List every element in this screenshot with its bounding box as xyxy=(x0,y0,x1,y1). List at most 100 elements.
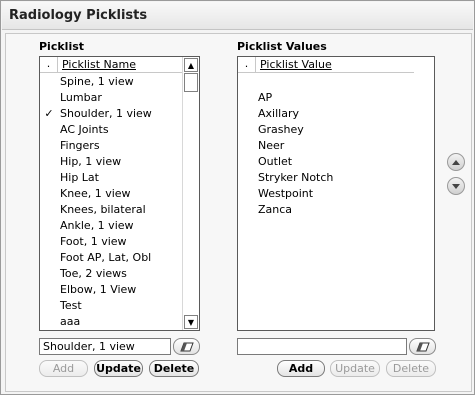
check-column-header[interactable]: . xyxy=(238,57,256,72)
list-item-label: Hip, 1 view xyxy=(60,155,122,168)
list-item-label: Foot, 1 view xyxy=(60,235,127,248)
picklist-panel: Picklist . Picklist Name Spine, 1 view L… xyxy=(5,33,472,392)
list-item[interactable]: Axillary xyxy=(238,106,434,122)
picklist-values-rows: AP Axillary Grashey Neer Outlet Stryker … xyxy=(238,74,434,218)
list-item[interactable]: Hip Lat xyxy=(40,170,182,186)
check-mark xyxy=(40,74,58,90)
list-item[interactable]: Knees, bilateral xyxy=(40,202,182,218)
list-item[interactable]: Grashey xyxy=(238,122,434,138)
list-item-label xyxy=(256,74,258,90)
picklist-window: Radiology Picklists Picklist . Picklist … xyxy=(0,0,475,395)
check-mark xyxy=(238,202,256,218)
scroll-down-arrow-icon[interactable]: ▼ xyxy=(184,315,198,329)
list-item[interactable]: Stryker Notch xyxy=(238,170,434,186)
picklist-values-label: Picklist Values xyxy=(237,40,327,53)
list-item-label: Neer xyxy=(258,139,285,152)
list-item-label: Elbow, 1 View xyxy=(60,283,137,296)
picklist-update-button[interactable]: Update xyxy=(94,360,143,377)
check-mark xyxy=(40,90,58,106)
list-item[interactable]: Fingers xyxy=(40,138,182,154)
list-item[interactable]: Hip, 1 view xyxy=(40,154,182,170)
check-mark xyxy=(238,122,256,138)
picklist-value-field[interactable] xyxy=(237,338,407,355)
list-item[interactable] xyxy=(238,74,434,90)
list-item-label: Outlet xyxy=(258,155,293,168)
check-mark xyxy=(40,138,58,154)
picklist-value-column-header[interactable]: Picklist Value xyxy=(256,57,414,72)
list-item-label: Grashey xyxy=(258,123,304,136)
list-item[interactable]: Neer xyxy=(238,138,434,154)
list-item-label: Stryker Notch xyxy=(258,171,334,184)
list-item[interactable]: Toe, 2 views xyxy=(40,266,182,282)
value-update-button[interactable]: Update xyxy=(330,360,380,377)
list-item[interactable]: aaa xyxy=(40,314,182,330)
list-item-label: Test xyxy=(60,299,82,312)
value-add-button[interactable]: Add xyxy=(277,360,325,377)
value-delete-button[interactable]: Delete xyxy=(386,360,436,377)
scroll-up-arrow-icon[interactable]: ▲ xyxy=(184,58,198,72)
list-item[interactable]: Zanca xyxy=(238,202,434,218)
list-item-label: Spine, 1 view xyxy=(60,75,134,88)
check-mark xyxy=(40,298,58,314)
chevron-up-icon[interactable] xyxy=(447,153,465,171)
check-mark xyxy=(40,218,58,234)
picklist-values-listbox[interactable]: . Picklist Value AP Axillary Grashey Nee… xyxy=(237,56,435,331)
picklist-name-column-header[interactable]: Picklist Name xyxy=(58,57,183,72)
list-item[interactable]: Ankle, 1 view xyxy=(40,218,182,234)
picklist-add-button[interactable]: Add xyxy=(39,360,88,377)
check-mark xyxy=(238,106,256,122)
eraser-icon[interactable] xyxy=(173,338,200,355)
check-mark xyxy=(238,154,256,170)
list-item-label: Knees, bilateral xyxy=(60,203,146,216)
chevron-down-icon[interactable] xyxy=(447,177,465,195)
picklist-header: . Picklist Name xyxy=(40,57,183,73)
list-item-label: Toe, 2 views xyxy=(60,267,127,280)
title-bar: Radiology Picklists xyxy=(2,2,473,30)
check-mark xyxy=(40,154,58,170)
check-mark xyxy=(40,122,58,138)
list-item[interactable]: Lumbar xyxy=(40,90,182,106)
picklist-rows: Spine, 1 view Lumbar ✓ Shoulder, 1 view A… xyxy=(40,74,182,330)
list-item[interactable]: AC Joints xyxy=(40,122,182,138)
list-item-label: Zanca xyxy=(258,203,293,216)
list-item[interactable]: Foot, 1 view xyxy=(40,234,182,250)
check-column-header[interactable]: . xyxy=(40,57,58,72)
check-mark xyxy=(238,170,256,186)
check-mark xyxy=(40,186,58,202)
list-item[interactable]: Knee, 1 view xyxy=(40,186,182,202)
list-item-label: Foot AP, Lat, Obl xyxy=(60,251,152,264)
list-item-label: AC Joints xyxy=(60,123,109,136)
check-mark xyxy=(40,282,58,298)
check-mark xyxy=(40,202,58,218)
picklist-scrollbar[interactable]: ▲ ▼ xyxy=(182,57,199,330)
list-item-label: Shoulder, 1 view xyxy=(60,107,152,120)
list-item-label: Lumbar xyxy=(60,91,102,104)
list-item-label: aaa xyxy=(60,315,81,328)
list-item-label: AP xyxy=(258,91,273,104)
check-mark xyxy=(238,138,256,154)
check-mark xyxy=(40,266,58,282)
window-title: Radiology Picklists xyxy=(9,8,148,23)
check-mark: ✓ xyxy=(44,107,54,120)
list-item[interactable]: Spine, 1 view xyxy=(40,74,182,90)
picklist-delete-button[interactable]: Delete xyxy=(149,360,199,377)
check-mark xyxy=(238,90,256,106)
picklist-listbox[interactable]: . Picklist Name Spine, 1 view Lumbar ✓ Sh… xyxy=(39,56,200,331)
picklist-values-header: . Picklist Value xyxy=(238,57,414,73)
list-item-label: Ankle, 1 view xyxy=(60,219,134,232)
scroll-thumb[interactable] xyxy=(184,73,198,92)
list-item[interactable]: Test xyxy=(40,298,182,314)
list-item[interactable]: Foot AP, Lat, Obl xyxy=(40,250,182,266)
list-item[interactable]: AP xyxy=(238,90,434,106)
check-mark xyxy=(40,234,58,250)
list-item[interactable]: ✓ Shoulder, 1 view xyxy=(40,106,182,122)
eraser-icon[interactable] xyxy=(409,338,436,355)
list-item[interactable]: Westpoint xyxy=(238,186,434,202)
check-mark xyxy=(40,250,58,266)
picklist-name-field[interactable]: Shoulder, 1 view xyxy=(39,338,171,355)
check-mark xyxy=(40,170,58,186)
list-item[interactable]: Outlet xyxy=(238,154,434,170)
check-mark xyxy=(40,314,58,330)
picklist-label: Picklist xyxy=(39,40,85,53)
list-item[interactable]: Elbow, 1 View xyxy=(40,282,182,298)
